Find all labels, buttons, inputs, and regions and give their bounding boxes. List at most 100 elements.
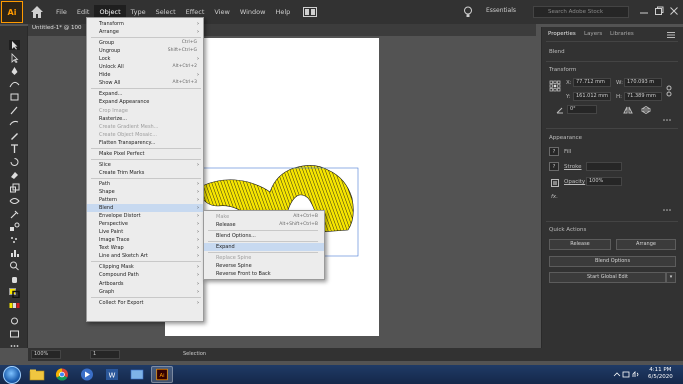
blend-menu-item-reverse-spine[interactable]: Reverse Spine — [204, 262, 324, 270]
fx-button[interactable]: fx. — [551, 194, 558, 200]
document-tab[interactable]: Untitled-1* @ 100 — [32, 25, 81, 31]
object-menu-item-ungroup[interactable]: Ungroup Shift+Ctrl+G — [87, 47, 203, 55]
object-menu-item-compound-path[interactable]: Compound Path › — [87, 271, 203, 279]
workspace-switcher[interactable]: Essentials — [486, 7, 516, 14]
zoom-level-field[interactable]: 100% — [31, 350, 61, 359]
width-tool-icon[interactable] — [9, 196, 20, 206]
minimize-icon[interactable] — [639, 6, 649, 16]
artboard-number-field[interactable]: 1 — [90, 350, 120, 359]
paintbrush-tool-icon[interactable] — [9, 105, 20, 115]
file-explorer-icon[interactable] — [26, 366, 48, 383]
object-menu-item-expand-appearance[interactable]: Expand Appearance — [87, 98, 203, 106]
object-menu-item-blend[interactable]: Blend › — [87, 204, 203, 213]
eyedropper-tool-icon[interactable] — [9, 209, 20, 219]
start-global-edit-button[interactable]: Start Global Edit — [549, 272, 666, 283]
more-options-icon[interactable] — [662, 117, 672, 123]
flip-horizontal-icon[interactable] — [623, 106, 633, 114]
arrange-button[interactable]: Arrange — [616, 239, 676, 250]
tab-properties[interactable]: Properties — [548, 31, 576, 37]
draw-mode-icon[interactable] — [9, 316, 20, 326]
blend-tool-icon[interactable] — [9, 222, 20, 232]
home-icon[interactable] — [29, 4, 45, 20]
start-button[interactable] — [3, 366, 21, 384]
eraser-tool-icon[interactable] — [9, 170, 20, 180]
object-menu-item-artboards[interactable]: Artboards › — [87, 280, 203, 288]
object-menu-item-text-wrap[interactable]: Text Wrap › — [87, 244, 203, 252]
windows-explorer-icon[interactable] — [126, 366, 148, 383]
object-menu-item-perspective[interactable]: Perspective › — [87, 220, 203, 228]
hand-tool-icon[interactable] — [9, 274, 20, 284]
media-player-icon[interactable] — [76, 366, 98, 383]
object-menu-item-flatten-transparency[interactable]: Flatten Transparency... — [87, 139, 203, 147]
screen-mode-icon[interactable] — [9, 329, 20, 339]
system-tray-icons[interactable] — [612, 370, 642, 379]
direct-selection-tool-icon[interactable] — [9, 53, 20, 63]
object-menu-item-path[interactable]: Path › — [87, 180, 203, 188]
object-menu-item-lock[interactable]: Lock › — [87, 55, 203, 63]
object-menu-item-slice[interactable]: Slice › — [87, 161, 203, 169]
word-icon[interactable]: W — [101, 366, 123, 383]
graph-tool-icon[interactable] — [9, 248, 20, 258]
rotation-field[interactable]: 0° — [567, 105, 597, 114]
blend-menu-item-expand[interactable]: Expand — [204, 243, 324, 251]
x-field[interactable]: 77.712 mm — [573, 78, 611, 87]
object-menu-item-group[interactable]: Group Ctrl+G — [87, 39, 203, 47]
width-field[interactable]: 170.093 m — [624, 78, 662, 87]
rectangle-tool-icon[interactable] — [9, 92, 20, 102]
object-menu-item-envelope-distort[interactable]: Envelope Distort › — [87, 212, 203, 220]
release-button[interactable]: Release — [549, 239, 611, 250]
close-icon[interactable] — [669, 6, 679, 16]
opacity-label[interactable]: Opacity — [564, 179, 585, 185]
menu-view[interactable]: View — [209, 5, 234, 19]
clock[interactable]: 4:11 PM 6/5/2020 — [648, 367, 673, 381]
tab-libraries[interactable]: Libraries — [610, 31, 634, 37]
constrain-proportions-icon[interactable] — [665, 85, 673, 97]
lightbulb-icon[interactable] — [463, 6, 473, 18]
stroke-swatch[interactable]: ? — [549, 162, 559, 171]
height-field[interactable]: 71.389 mm — [624, 92, 662, 101]
blend-options-button[interactable]: Blend Options — [549, 256, 676, 267]
search-stock-input[interactable]: Search Adobe Stock — [533, 6, 629, 18]
blend-menu-item-release[interactable]: Release Alt+Shift+Ctrl+B — [204, 221, 324, 229]
object-menu-item-show-all[interactable]: Show All Alt+Ctrl+3 — [87, 79, 203, 87]
stroke-label[interactable]: Stroke — [564, 164, 582, 170]
object-menu-item-hide[interactable]: Hide › — [87, 71, 203, 79]
panel-menu-icon[interactable] — [666, 31, 676, 39]
zoom-tool-icon[interactable] — [9, 261, 20, 271]
object-menu-item-live-paint[interactable]: Live Paint › — [87, 228, 203, 236]
blend-menu-item-reverse-front-to-back[interactable]: Reverse Front to Back — [204, 270, 324, 278]
object-menu-item-line-and-sketch-art[interactable]: Line and Sketch Art › — [87, 252, 203, 260]
blend-menu-item-blend-options[interactable]: Blend Options... — [204, 232, 324, 240]
shaper-tool-icon[interactable] — [9, 118, 20, 128]
pen-tool-icon[interactable] — [9, 66, 20, 76]
curvature-tool-icon[interactable] — [9, 79, 20, 89]
object-menu-item-shape[interactable]: Shape › — [87, 188, 203, 196]
object-menu-item-transform[interactable]: Transform › — [87, 20, 203, 28]
color-mode-icon[interactable] — [9, 301, 20, 311]
menu-window[interactable]: Window — [235, 5, 271, 19]
object-menu-item-rasterize[interactable]: Rasterize... — [87, 115, 203, 123]
object-menu-item-collect-for-export[interactable]: Collect For Export › — [87, 299, 203, 307]
tab-layers[interactable]: Layers — [584, 31, 602, 37]
arrange-documents-icon[interactable] — [303, 7, 318, 17]
object-menu-item-pattern[interactable]: Pattern › — [87, 196, 203, 204]
object-menu-item-expand[interactable]: Expand... — [87, 90, 203, 98]
fill-swatch[interactable]: ? — [549, 147, 559, 156]
object-menu-item-image-trace[interactable]: Image Trace › — [87, 236, 203, 244]
object-menu-item-graph[interactable]: Graph › — [87, 288, 203, 296]
reference-point-icon[interactable] — [549, 80, 561, 92]
selection-tool-icon[interactable] — [9, 40, 20, 50]
global-edit-options-dropdown[interactable]: ▾ — [666, 272, 676, 283]
rotate-tool-icon[interactable] — [9, 157, 20, 167]
flip-vertical-icon[interactable] — [641, 106, 651, 114]
pencil-tool-icon[interactable] — [9, 131, 20, 141]
more-appearance-icon[interactable] — [662, 207, 672, 213]
chrome-icon[interactable] — [51, 366, 73, 383]
object-menu-item-clipping-mask[interactable]: Clipping Mask › — [87, 263, 203, 271]
more-tools-icon[interactable] — [9, 341, 20, 351]
object-menu-item-create-trim-marks[interactable]: Create Trim Marks — [87, 169, 203, 177]
object-menu-item-make-pixel-perfect[interactable]: Make Pixel Perfect — [87, 150, 203, 158]
type-tool-icon[interactable] — [9, 144, 20, 154]
opacity-field[interactable]: 100% — [586, 177, 622, 186]
fill-stroke-swatch-icon[interactable] — [9, 288, 20, 298]
